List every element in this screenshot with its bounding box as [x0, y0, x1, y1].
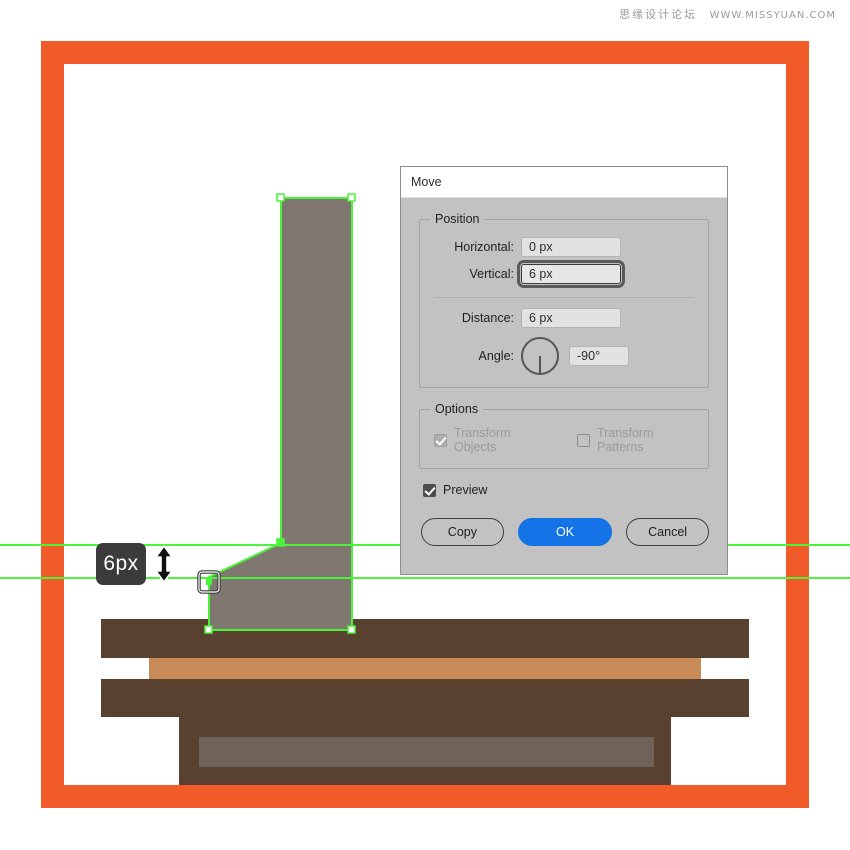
- horizontal-field-row: Horizontal: 0 px: [430, 237, 698, 257]
- measure-tooltip-value: 6px: [103, 552, 139, 575]
- angle-dial-needle: [539, 356, 541, 374]
- anchor-handle-box[interactable]: [197, 570, 221, 594]
- dialog-title: Move: [411, 175, 442, 189]
- distance-label: Distance:: [461, 311, 514, 325]
- horizontal-input[interactable]: 0 px: [521, 237, 621, 257]
- angle-dial[interactable]: [521, 337, 559, 375]
- transform-patterns-checkbox[interactable]: [577, 433, 590, 447]
- options-group: Options Transform Objects Transform Patt…: [419, 402, 709, 469]
- angle-field-row: Angle: -90°: [430, 337, 698, 375]
- dialog-button-row: Copy OK Cancel: [419, 518, 709, 546]
- vertical-input[interactable]: 6 px: [517, 260, 625, 288]
- transform-objects-checkbox[interactable]: [434, 433, 447, 447]
- angle-label: Angle:: [478, 349, 514, 363]
- bench-right-gap: [671, 717, 786, 785]
- transform-objects-label: Transform Objects: [454, 426, 511, 454]
- measure-tooltip: 6px: [96, 543, 146, 585]
- position-divider: [434, 297, 694, 298]
- transform-patterns-checkbox-row[interactable]: Transform Patterns: [577, 426, 698, 454]
- cancel-button[interactable]: Cancel: [626, 518, 709, 546]
- options-group-legend: Options: [435, 402, 479, 416]
- vertical-field-row: Vertical: 6 px: [430, 260, 698, 288]
- ok-button[interactable]: OK: [517, 518, 613, 546]
- distance-field-row: Distance: 6 px: [430, 308, 698, 328]
- position-group: Position Horizontal: 0 px Vertical: 6 px…: [419, 212, 709, 388]
- preview-checkbox[interactable]: [423, 483, 436, 497]
- bench-left-gap: [64, 717, 179, 785]
- preview-label: Preview: [443, 483, 488, 497]
- dialog-titlebar: Move: [401, 167, 727, 198]
- horizontal-label: Horizontal:: [454, 240, 514, 254]
- transform-objects-checkbox-row[interactable]: Transform Objects: [434, 426, 551, 454]
- watermark-cn: 思缘设计论坛: [619, 8, 698, 21]
- copy-button[interactable]: Copy: [421, 518, 504, 546]
- dialog-body: Position Horizontal: 0 px Vertical: 6 px…: [401, 198, 727, 546]
- transform-patterns-label: Transform Patterns: [597, 426, 654, 454]
- distance-input[interactable]: 6 px: [521, 308, 621, 328]
- preview-checkbox-row[interactable]: Preview: [423, 483, 709, 497]
- angle-input[interactable]: -90°: [569, 346, 629, 366]
- position-group-legend: Position: [435, 212, 480, 226]
- move-dialog[interactable]: Move Position Horizontal: 0 px Vertical:…: [400, 166, 728, 575]
- vertical-resize-arrow-icon: [155, 545, 173, 583]
- watermark-url: WWW.MISSYUAN.COM: [709, 10, 836, 21]
- bench-shadow-bar-front: [199, 737, 654, 767]
- vertical-label: Vertical:: [469, 267, 514, 281]
- watermark: 思缘设计论坛 WWW.MISSYUAN.COM: [619, 6, 836, 22]
